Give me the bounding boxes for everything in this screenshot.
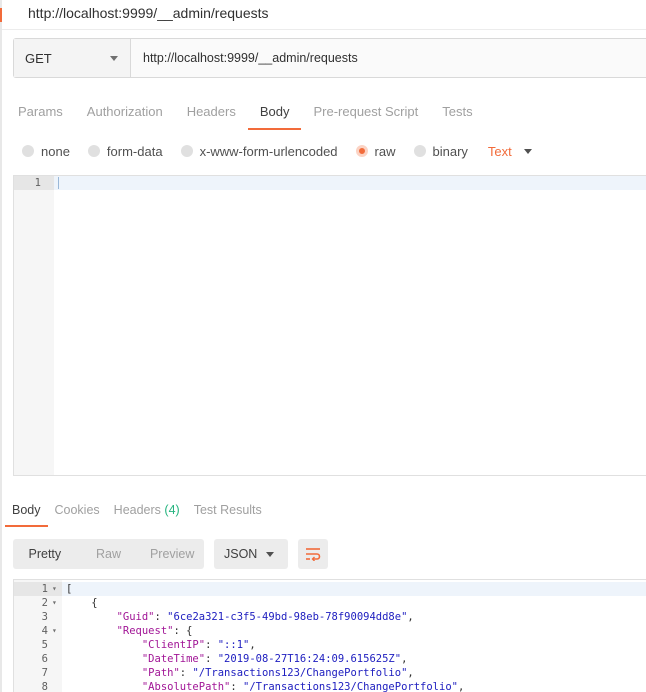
code-line: 5 "ClientIP": "::1", <box>14 638 646 652</box>
radio-indicator <box>22 145 34 157</box>
code-text: "AbsolutePath": "/Transactions123/Change… <box>141 681 465 692</box>
url-bar: GET http://localhost:9999/__admin/reques… <box>13 38 646 78</box>
raw-format-select[interactable]: Text <box>488 144 532 159</box>
left-panel-edge <box>0 0 2 692</box>
code-text: { <box>66 597 98 609</box>
radio-indicator-checked <box>355 145 368 157</box>
view-pretty-button[interactable]: Pretty <box>13 539 77 569</box>
request-body-editor[interactable]: 1 <box>13 175 646 476</box>
request-title: http://localhost:9999/__admin/requests <box>28 5 269 21</box>
code-line: 3 "Guid": "6ce2a321-c3f5-49bd-98eb-78f90… <box>14 610 646 624</box>
raw-format-label: Text <box>487 143 512 159</box>
format-select[interactable]: JSON <box>214 539 288 569</box>
wrap-lines-button[interactable] <box>298 539 328 569</box>
radio-indicator <box>180 145 193 157</box>
chevron-down-icon <box>523 148 532 154</box>
view-preview-button[interactable]: Preview <box>140 539 204 569</box>
radio-label: form-data <box>106 143 163 159</box>
radio-indicator <box>413 145 426 157</box>
code-line: 4 ▾ "Request": { <box>14 624 646 638</box>
tab-body[interactable]: Body <box>247 98 302 130</box>
code-line: 1 ▾[ <box>14 582 646 596</box>
response-tabs: Body Cookies Headers (4) Test Results <box>5 497 269 527</box>
code-text: "DateTime": "2019-08-27T16:24:09.615625Z… <box>141 653 408 665</box>
request-tabs: Params Authorization Headers Body Pre-re… <box>6 98 485 130</box>
code-line: 2 ▾ { <box>14 596 646 610</box>
fold-toggle-icon[interactable]: ▾ <box>52 582 60 596</box>
tab-tests[interactable]: Tests <box>430 98 484 130</box>
code-text: "Request": { <box>116 625 193 637</box>
code-text: "Guid": "6ce2a321-c3f5-49bd-98eb-78f9009… <box>116 611 414 623</box>
left-edge-marker <box>0 8 2 22</box>
json-string-value: "6ce2a321-c3f5-49bd-98eb-78f90094dd8e" <box>167 611 408 623</box>
fold-toggle-icon[interactable]: ▾ <box>52 624 60 638</box>
line-number: 1 <box>14 176 54 190</box>
tab-test-results[interactable]: Test Results <box>187 497 269 527</box>
method-select[interactable]: GET <box>14 39 131 77</box>
json-string-value: "2019-08-27T16:24:09.615625Z" <box>217 653 402 665</box>
tab-authorization[interactable]: Authorization <box>75 98 175 130</box>
radio-indicator <box>87 145 100 157</box>
tab-cookies[interactable]: Cookies <box>48 497 107 527</box>
body-type-options: none form-data x-www-form-urlencoded raw… <box>22 141 532 161</box>
view-mode-group: Pretty Raw Preview <box>13 539 204 569</box>
wrap-lines-icon <box>306 548 321 561</box>
code-line: 8 "AbsolutePath": "/Transactions123/Chan… <box>14 680 646 692</box>
tab-response-body[interactable]: Body <box>5 497 48 527</box>
radio-label: x-www-form-urlencoded <box>199 143 338 159</box>
url-input[interactable]: http://localhost:9999/__admin/requests <box>131 39 646 77</box>
radio-raw[interactable]: raw <box>355 143 396 159</box>
radio-x-www-form-urlencoded[interactable]: x-www-form-urlencoded <box>180 143 338 159</box>
json-string-value: "::1" <box>217 639 250 651</box>
code-text: "Path": "/Transactions123/ChangePortfoli… <box>141 667 414 679</box>
format-label: JSON <box>224 547 258 561</box>
tab-headers[interactable]: Headers <box>175 98 248 130</box>
json-string-value: "/Transactions123/ChangePortfolio" <box>192 667 408 679</box>
text-cursor <box>58 177 59 189</box>
line-number: 8 <box>41 681 48 692</box>
code-text: "ClientIP": "::1", <box>141 639 256 651</box>
response-body-viewer[interactable]: 1 ▾[2 ▾ {3 "Guid": "6ce2a321-c3f5-49bd-98e… <box>13 579 646 692</box>
tab-label: Headers <box>113 503 161 517</box>
json-key: "ClientIP" <box>141 639 206 651</box>
json-key: "DateTime" <box>141 653 206 665</box>
radio-label: none <box>41 143 70 159</box>
chevron-down-icon <box>266 552 274 557</box>
json-key: "Path" <box>141 667 180 679</box>
radio-label: binary <box>432 143 468 159</box>
radio-none[interactable]: none <box>22 144 70 159</box>
tab-params[interactable]: Params <box>6 98 75 130</box>
radio-form-data[interactable]: form-data <box>87 143 163 159</box>
json-key: "Request" <box>116 625 174 637</box>
line-number: 5 <box>41 639 48 651</box>
radio-binary[interactable]: binary <box>413 143 468 159</box>
method-label: GET <box>25 50 52 66</box>
title-divider <box>2 29 646 30</box>
json-key: "AbsolutePath" <box>141 681 231 692</box>
line-number: 3 <box>41 611 48 623</box>
code-text: [ <box>66 583 73 595</box>
editor-gutter <box>14 176 54 475</box>
header-count-badge: (4) <box>164 503 180 517</box>
response-code-lines: 1 ▾[2 ▾ {3 "Guid": "6ce2a321-c3f5-49bd-98e… <box>14 582 646 692</box>
chevron-down-icon <box>110 56 118 61</box>
tab-response-headers[interactable]: Headers (4) <box>107 497 187 527</box>
fold-toggle-icon[interactable]: ▾ <box>52 596 60 610</box>
json-string-value: "/Transactions123/ChangePortfolio" <box>243 681 458 692</box>
tab-pre-request-script[interactable]: Pre-request Script <box>301 98 430 130</box>
active-line-highlight <box>14 176 646 190</box>
view-raw-button[interactable]: Raw <box>77 539 141 569</box>
line-number: 6 <box>41 653 48 665</box>
code-line: 7 "Path": "/Transactions123/ChangePortfo… <box>14 666 646 680</box>
line-number: 7 <box>41 667 48 679</box>
radio-label: raw <box>374 143 396 159</box>
json-key: "Guid" <box>116 611 155 623</box>
code-line: 6 "DateTime": "2019-08-27T16:24:09.61562… <box>14 652 646 666</box>
